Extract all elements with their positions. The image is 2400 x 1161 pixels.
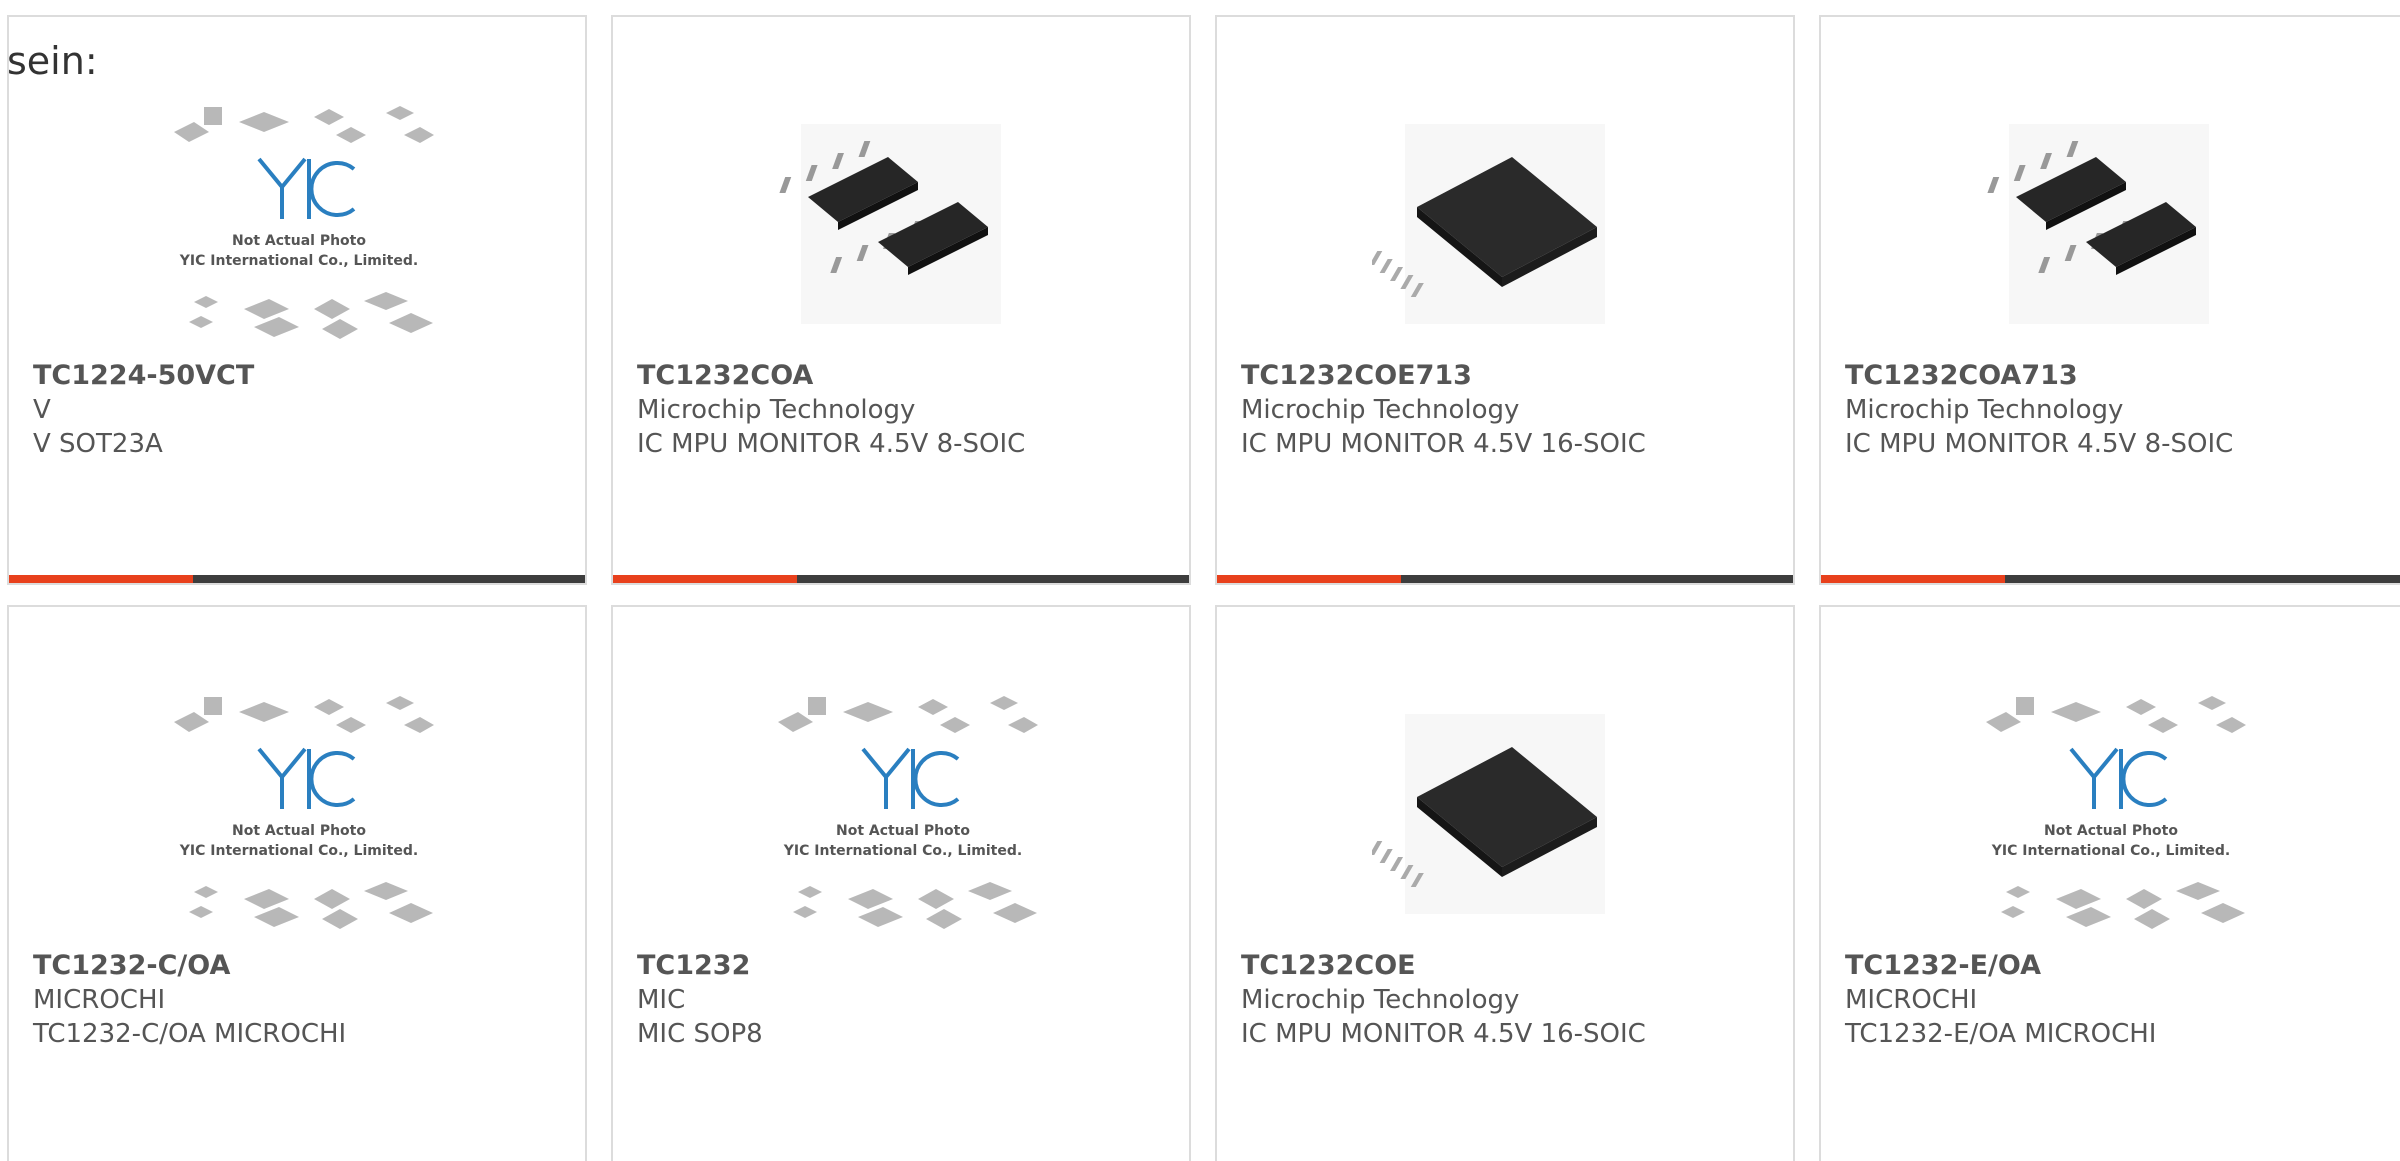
product-grid-page: sein: Not Actual Photo YIC International… (0, 0, 2400, 1161)
soic8-chip-icon[interactable] (1976, 87, 2246, 357)
product-manufacturer: Microchip Technology (1845, 395, 2124, 425)
product-part-number[interactable]: TC1232COA713 (1845, 359, 2400, 393)
photo-notice-line2: YIC International Co., Limited. (179, 843, 418, 859)
card-bar-accent (1217, 575, 1401, 583)
product-description: TC1232-C/OA MICROCHI (33, 1019, 347, 1049)
product-card[interactable]: Not Actual Photo YIC International Co., … (611, 605, 1191, 1161)
photo-notice-line2: YIC International Co., Limited. (1991, 843, 2230, 859)
product-description: MIC SOP8 (637, 1019, 763, 1049)
product-manufacturer: MICROCHI (33, 985, 166, 1015)
product-part-number[interactable]: TC1232COA (637, 359, 1179, 393)
product-manufacturer: V (33, 395, 51, 425)
product-card[interactable]: Not Actual Photo YIC International Co., … (7, 15, 587, 585)
card-bottom-bar (613, 575, 1189, 583)
product-card[interactable]: Not Actual Photo YIC International Co., … (1819, 605, 2400, 1161)
placeholder-photo-icon[interactable]: Not Actual Photo YIC International Co., … (164, 87, 434, 357)
product-description: V SOT23A (33, 429, 163, 459)
product-card[interactable]: TC1232COE Microchip Technology IC MPU MO… (1215, 605, 1795, 1161)
product-description: IC MPU MONITOR 4.5V 8-SOIC (637, 429, 1026, 459)
photo-notice-line2: YIC International Co., Limited. (783, 843, 1022, 859)
placeholder-photo-icon[interactable]: Not Actual Photo YIC International Co., … (1976, 677, 2246, 947)
photo-notice-line1: Not Actual Photo (232, 233, 366, 249)
product-description: IC MPU MONITOR 4.5V 16-SOIC (1241, 429, 1646, 459)
product-card[interactable]: TC1232COA Microchip Technology IC MPU MO… (611, 15, 1191, 585)
card-bar-accent (613, 575, 797, 583)
photo-notice-line1: Not Actual Photo (836, 823, 970, 839)
product-card[interactable]: TC1232COA713 Microchip Technology IC MPU… (1819, 15, 2400, 585)
soic16-chip-icon[interactable] (1372, 87, 1642, 357)
product-description: TC1232-E/OA MICROCHI (1845, 1019, 2157, 1049)
card-bar-accent (9, 575, 193, 583)
product-description: IC MPU MONITOR 4.5V 8-SOIC (1845, 429, 2234, 459)
product-manufacturer: Microchip Technology (1241, 395, 1520, 425)
photo-notice-line2: YIC International Co., Limited. (179, 253, 418, 269)
product-part-number[interactable]: TC1232COE (1241, 949, 1783, 983)
product-card[interactable]: Not Actual Photo YIC International Co., … (7, 605, 587, 1161)
product-part-number[interactable]: TC1232-E/OA (1845, 949, 2400, 983)
card-bar-accent (1821, 575, 2005, 583)
product-part-number[interactable]: TC1232COE713 (1241, 359, 1783, 393)
product-description: IC MPU MONITOR 4.5V 16-SOIC (1241, 1019, 1646, 1049)
soic8-chip-icon[interactable] (768, 87, 1038, 357)
card-bottom-bar (1217, 575, 1793, 583)
product-manufacturer: Microchip Technology (637, 395, 916, 425)
placeholder-photo-icon[interactable]: Not Actual Photo YIC International Co., … (164, 677, 434, 947)
intro-text: sein: (7, 39, 98, 83)
placeholder-photo-icon[interactable]: Not Actual Photo YIC International Co., … (768, 677, 1038, 947)
product-part-number[interactable]: TC1232-C/OA (33, 949, 575, 983)
card-bottom-bar (9, 575, 585, 583)
card-bottom-bar (1821, 575, 2400, 583)
soic16-chip-icon[interactable] (1372, 677, 1642, 947)
photo-notice-line1: Not Actual Photo (232, 823, 366, 839)
product-manufacturer: Microchip Technology (1241, 985, 1520, 1015)
product-card[interactable]: TC1232COE713 Microchip Technology IC MPU… (1215, 15, 1795, 585)
product-manufacturer: MIC (637, 985, 686, 1015)
product-part-number[interactable]: TC1232 (637, 949, 1179, 983)
product-part-number[interactable]: TC1224-50VCT (33, 359, 575, 393)
product-manufacturer: MICROCHI (1845, 985, 1978, 1015)
photo-notice-line1: Not Actual Photo (2044, 823, 2178, 839)
